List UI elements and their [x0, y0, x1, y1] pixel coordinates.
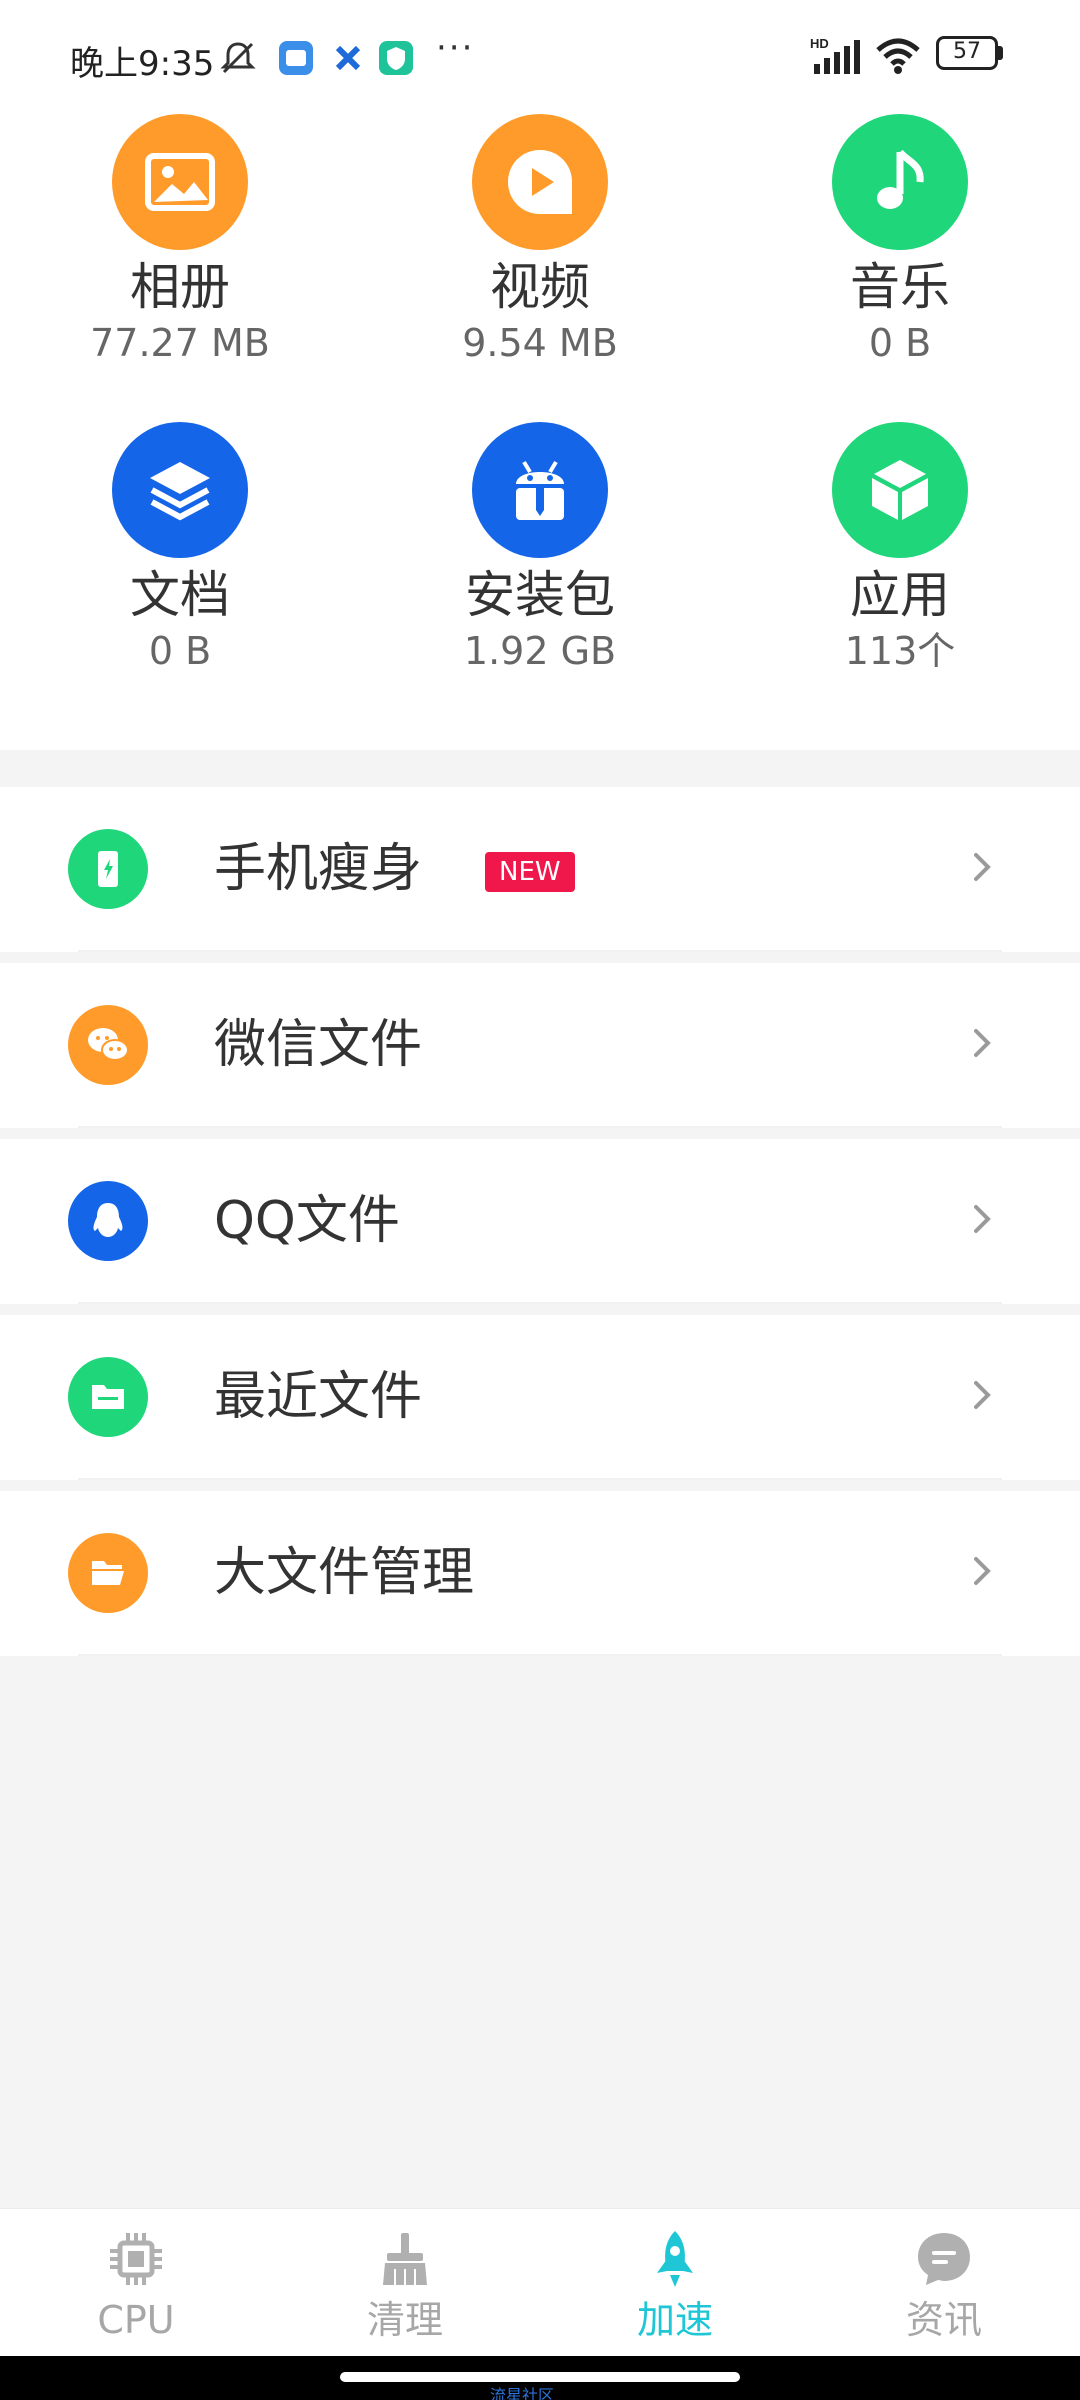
category-name: 音乐: [850, 258, 950, 316]
chevron-right-icon: [974, 1029, 991, 1057]
category-name: 应用: [850, 566, 950, 624]
list-item-wechat-files[interactable]: 微信文件: [0, 963, 1080, 1128]
file-category-grid: 相册 77.27 MB 视频 9.54 MB 音乐 0 B 文档 0 B 安装包…: [0, 110, 1080, 750]
status-bar: 晚上9:35 ··· HD 57: [0, 0, 1080, 110]
play-icon: [472, 114, 608, 250]
layers-icon: [112, 422, 248, 558]
signal-icon: HD: [810, 36, 860, 74]
category-name: 文档: [130, 566, 230, 624]
category-packages[interactable]: 安装包 1.92 GB: [390, 422, 690, 676]
list-item-recent-files[interactable]: 最近文件: [0, 1315, 1080, 1480]
category-music[interactable]: 音乐 0 B: [750, 114, 1050, 368]
new-badge: NEW: [485, 852, 575, 892]
tab-label: 加速: [636, 2298, 713, 2342]
category-video[interactable]: 视频 9.54 MB: [390, 114, 690, 368]
category-name: 安装包: [465, 566, 615, 624]
category-album[interactable]: 相册 77.27 MB: [30, 114, 330, 368]
category-name: 视频: [490, 258, 590, 316]
list-item-label: 最近文件: [214, 1367, 423, 1427]
list-item-phone-slim[interactable]: 手机瘦身 NEW: [0, 787, 1080, 952]
category-name: 相册: [130, 258, 230, 316]
category-size: 9.54 MB: [462, 321, 618, 365]
shield-app-icon: [379, 41, 413, 75]
music-note-icon: [832, 114, 968, 250]
android-package-icon: [472, 422, 608, 558]
watermark: 流星社区: [490, 2386, 555, 2400]
list-item-large-files[interactable]: 大文件管理: [0, 1491, 1080, 1656]
chat-bubble-icon: [918, 2233, 970, 2285]
image-icon: [112, 114, 248, 250]
list-item-label: 微信文件: [214, 1015, 423, 1075]
chip-icon: [110, 2233, 162, 2285]
tab-news[interactable]: 资讯: [844, 2209, 1044, 2357]
battery-level: 57: [953, 39, 981, 64]
home-indicator[interactable]: [340, 2372, 740, 2382]
open-folder-icon: [68, 1533, 148, 1613]
category-apps[interactable]: 应用 113个: [750, 422, 1050, 676]
chevron-right-icon: [974, 1381, 991, 1409]
more-notifications-icon: ···: [436, 28, 475, 68]
category-documents[interactable]: 文档 0 B: [30, 422, 330, 676]
tab-boost[interactable]: 加速: [575, 2209, 775, 2357]
svg-text:HD: HD: [810, 36, 829, 51]
wechat-icon: [68, 1005, 148, 1085]
category-size: 113个: [844, 629, 956, 673]
tab-cpu[interactable]: CPU: [36, 2209, 236, 2357]
list-item-qq-files[interactable]: QQ文件: [0, 1139, 1080, 1304]
chevron-right-icon: [974, 1205, 991, 1233]
tab-label: 清理: [366, 2298, 443, 2342]
bottom-navigation: CPU 清理 加速 资讯: [0, 2208, 1080, 2356]
tab-label: CPU: [97, 2298, 175, 2342]
wifi-icon: [876, 38, 920, 74]
rocket-icon: [657, 2231, 693, 2287]
category-size: 1.92 GB: [463, 629, 617, 673]
folder-icon: [68, 1357, 148, 1437]
tab-clean[interactable]: 清理: [305, 2209, 505, 2357]
mute-bell-icon: [220, 42, 256, 74]
list-item-label: 手机瘦身: [214, 839, 423, 899]
chevron-right-icon: [974, 853, 991, 881]
category-size: 0 B: [868, 321, 932, 365]
list-item-label: QQ文件: [214, 1191, 400, 1251]
battery-icon: 57: [936, 36, 1004, 70]
category-size: 77.27 MB: [90, 321, 270, 365]
chevron-right-icon: [974, 1557, 991, 1585]
tab-label: 资讯: [905, 2298, 982, 2342]
phone-slim-icon: [68, 829, 148, 909]
cube-icon: [832, 422, 968, 558]
broom-icon: [383, 2233, 427, 2285]
qq-penguin-icon: [68, 1181, 148, 1261]
app-notification-icon: [279, 41, 313, 75]
status-time: 晚上9:35: [70, 44, 215, 84]
x-app-icon: [335, 45, 361, 71]
category-size: 0 B: [148, 629, 212, 673]
list-item-label: 大文件管理: [214, 1543, 475, 1603]
